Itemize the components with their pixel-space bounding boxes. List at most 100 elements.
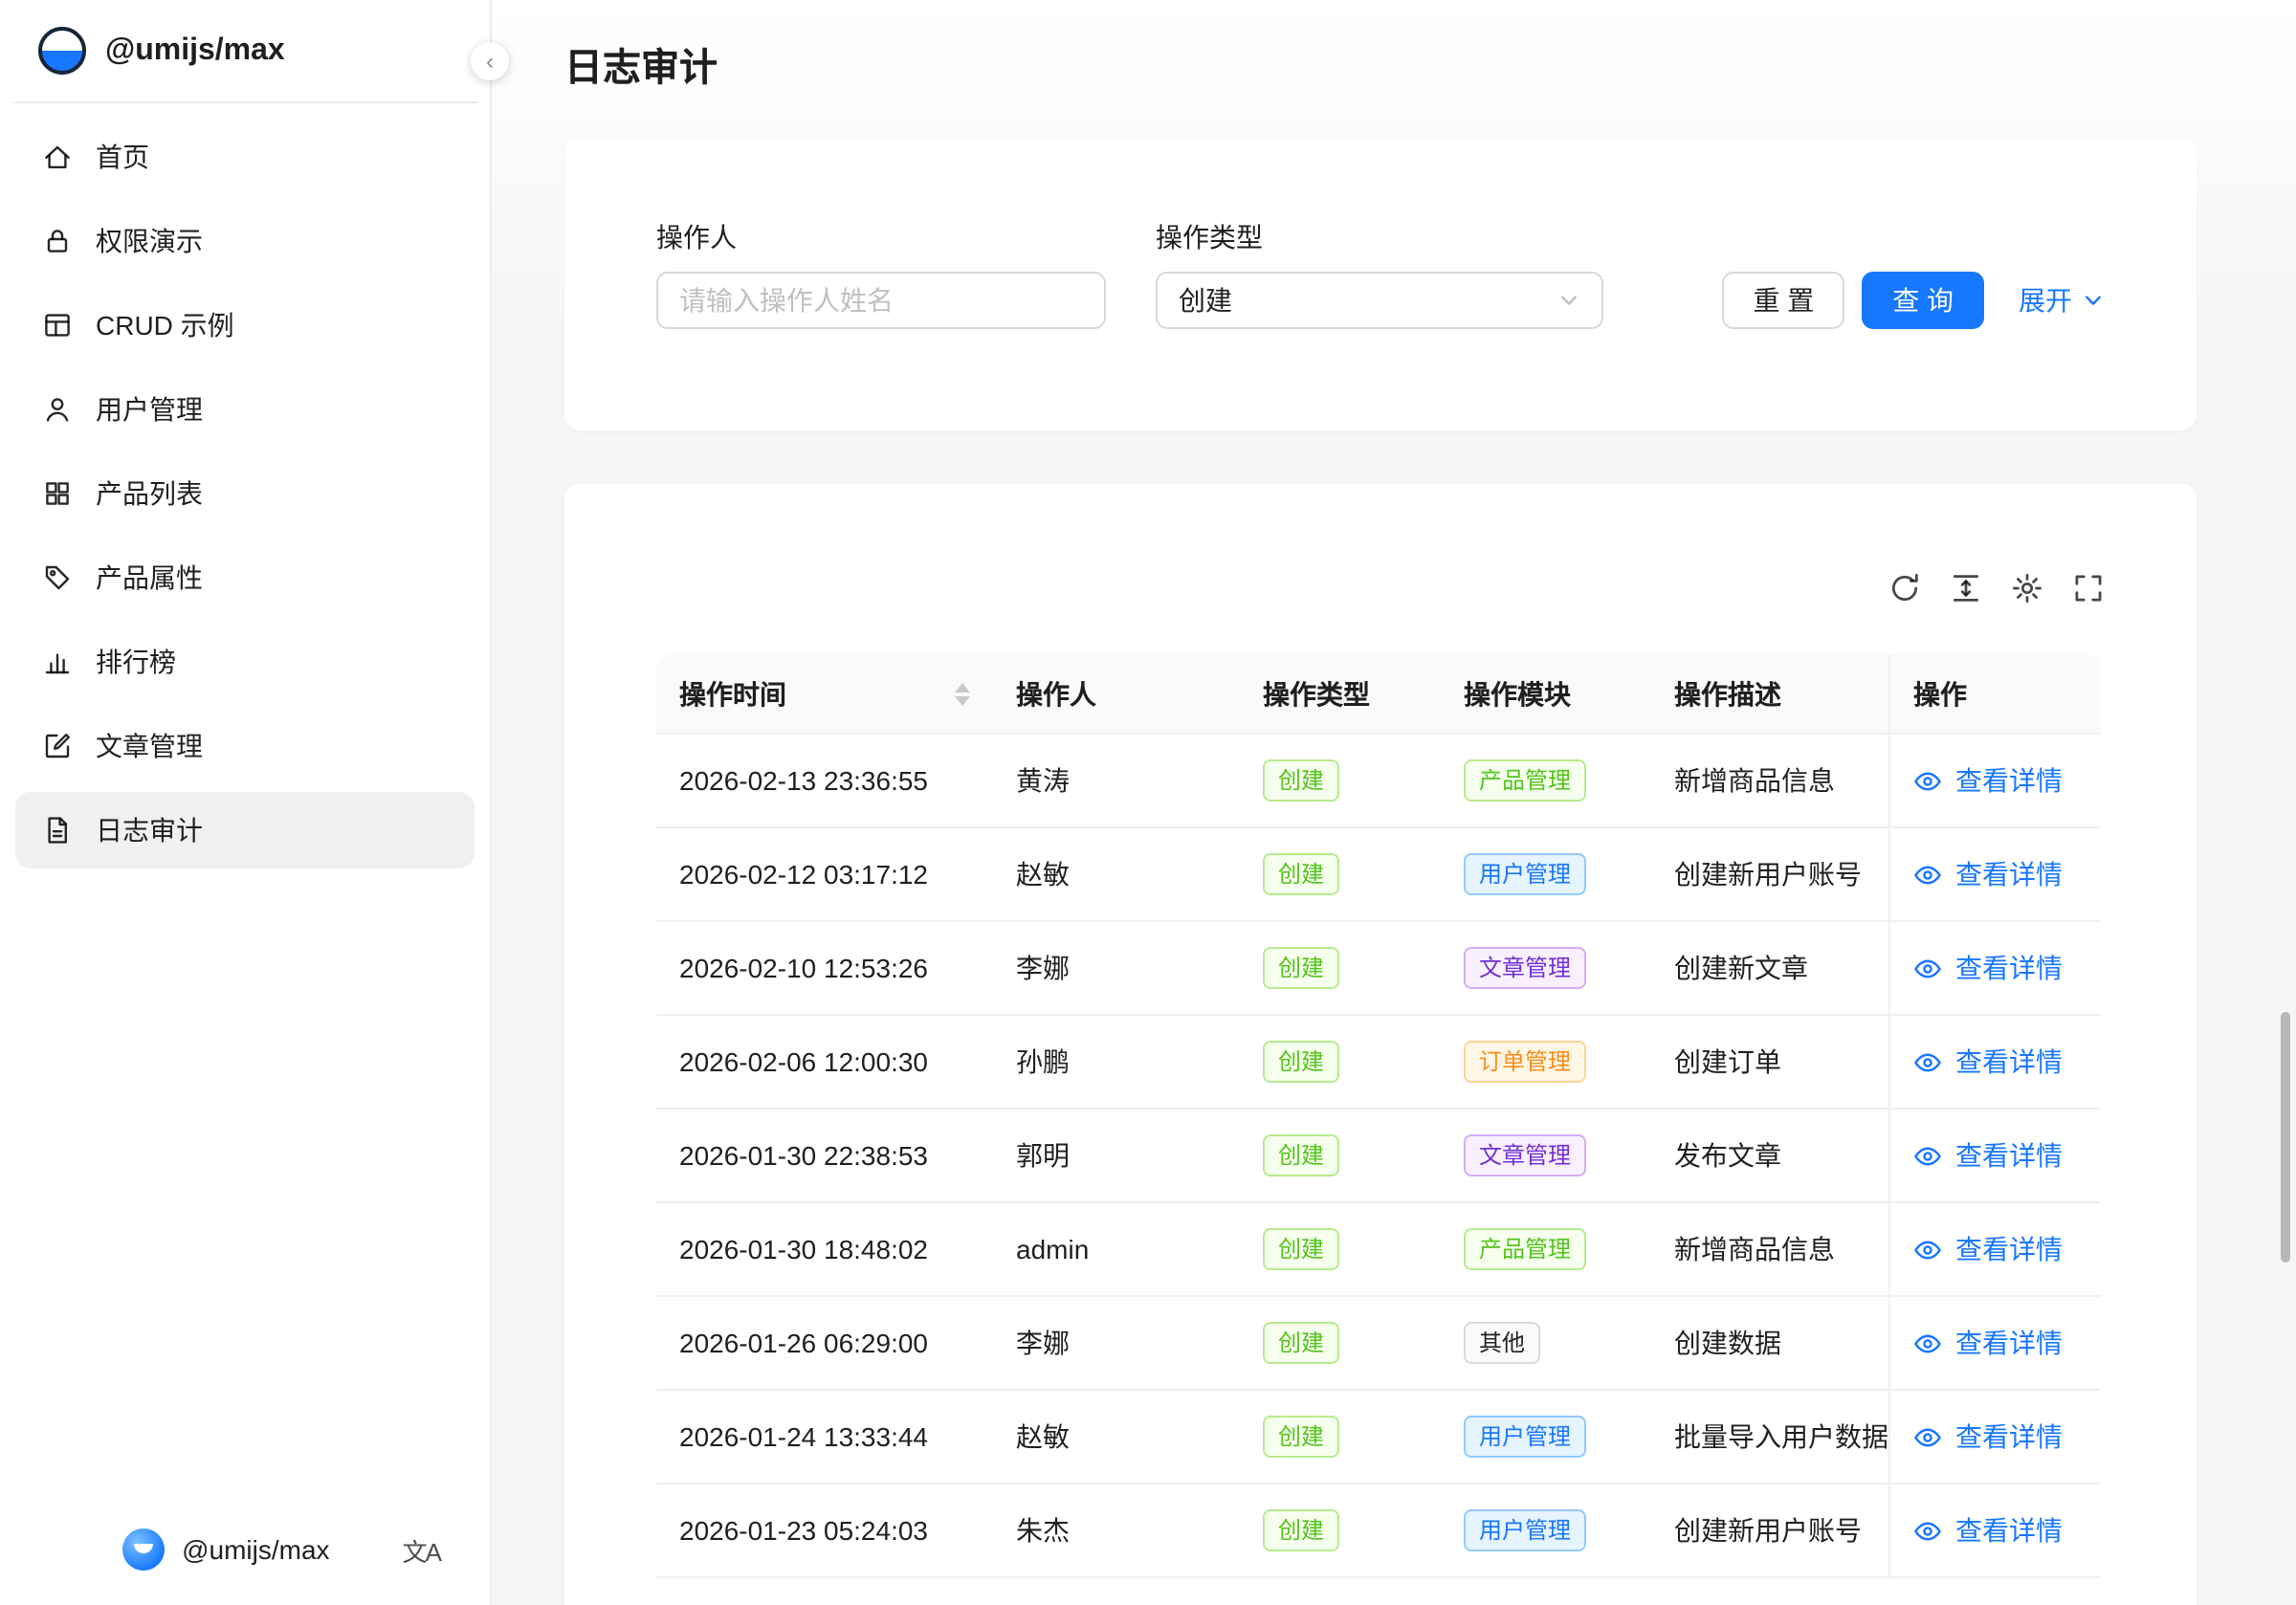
eye-icon[interactable]: [1913, 1329, 1942, 1357]
eye-icon[interactable]: [1913, 766, 1942, 795]
cell-module: 用户管理: [1441, 1484, 1651, 1576]
module-tag: 用户管理: [1464, 1509, 1586, 1551]
sidebar-collapse-button[interactable]: ‹: [471, 42, 509, 80]
cell-user: 黄涛: [993, 735, 1240, 826]
cell-module: 文章管理: [1441, 1110, 1651, 1201]
cell-desc: 新增商品信息: [1651, 735, 1888, 826]
table-row: 2026-01-26 06:29:00 李娜 创建 其他 创建数据 查看详情: [656, 1297, 2101, 1391]
expand-link[interactable]: 展开: [2019, 281, 2105, 319]
view-detail-link[interactable]: 查看详情: [1955, 1043, 2063, 1081]
cell-type: 创建: [1240, 1203, 1441, 1295]
search-button[interactable]: 查 询: [1862, 272, 1984, 329]
sidebar-item-crud-demo[interactable]: CRUD 示例: [15, 287, 475, 363]
eye-icon[interactable]: [1913, 1047, 1942, 1076]
module-tag: 文章管理: [1464, 1134, 1586, 1176]
fullscreen-icon[interactable]: [2072, 572, 2105, 605]
type-tag: 创建: [1263, 1416, 1339, 1458]
cell-type: 创建: [1240, 922, 1441, 1014]
sorter-icon[interactable]: [955, 682, 970, 705]
density-icon[interactable]: [1950, 572, 1982, 605]
cell-time: 2026-01-23 05:24:03: [656, 1484, 993, 1576]
cell-module: 产品管理: [1441, 1203, 1651, 1295]
cell-desc: 创建新文章: [1651, 922, 1888, 1014]
sidebar-item-product-attributes[interactable]: 产品属性: [15, 539, 475, 616]
chevron-down-icon: [2082, 289, 2105, 312]
view-detail-link[interactable]: 查看详情: [1955, 1324, 2063, 1362]
cell-user: admin: [993, 1203, 1240, 1295]
column-header-module: 操作模块: [1441, 654, 1651, 733]
view-detail-link[interactable]: 查看详情: [1955, 1511, 2063, 1550]
sidebar: @umijs/max 首页 权限演示 CRUD 示例 用户管理 产品列表 产品属…: [0, 0, 492, 1605]
sidebar-item-product-list[interactable]: 产品列表: [15, 455, 475, 532]
view-detail-link[interactable]: 查看详情: [1955, 1230, 2063, 1268]
eye-icon[interactable]: [1913, 1516, 1942, 1545]
expand-label: 展开: [2019, 281, 2072, 319]
type-tag: 创建: [1263, 1322, 1339, 1364]
cell-user: 朱杰: [993, 1484, 1240, 1576]
cell-action: 查看详情: [1888, 1110, 2101, 1201]
operator-input[interactable]: [656, 272, 1106, 329]
user-block[interactable]: @umijs/max: [122, 1528, 329, 1571]
table-row: 2026-02-10 12:53:26 李娜 创建 文章管理 创建新文章 查看详…: [656, 922, 2101, 1016]
view-detail-link[interactable]: 查看详情: [1955, 1136, 2063, 1175]
eye-icon[interactable]: [1913, 860, 1942, 889]
home-icon: [42, 142, 73, 172]
chevron-down-icon: [1557, 289, 1580, 312]
cell-desc: 发布文章: [1651, 1110, 1888, 1201]
menu-item-label: 产品属性: [96, 559, 203, 597]
menu-item-label: CRUD 示例: [96, 306, 234, 344]
cell-desc: 创建订单: [1651, 1016, 1888, 1108]
sidebar-item-user-management[interactable]: 用户管理: [15, 371, 475, 448]
vertical-scrollbar[interactable]: [2281, 1012, 2290, 1263]
sidebar-item-ranking[interactable]: 排行榜: [15, 624, 475, 700]
page-title: 日志审计: [564, 44, 2197, 96]
type-tag: 创建: [1263, 1228, 1339, 1270]
module-tag: 用户管理: [1464, 853, 1586, 895]
table-row: 2026-02-06 12:00:30 孙鹏 创建 订单管理 创建订单 查看详情: [656, 1016, 2101, 1110]
sidebar-item-access-demo[interactable]: 权限演示: [15, 203, 475, 279]
view-detail-link[interactable]: 查看详情: [1955, 1418, 2063, 1456]
view-detail-link[interactable]: 查看详情: [1955, 761, 2063, 800]
eye-icon[interactable]: [1913, 954, 1942, 982]
cell-action: 查看详情: [1888, 922, 2101, 1014]
column-header-time[interactable]: 操作时间: [656, 654, 993, 733]
table-row: 2026-01-24 13:33:44 赵敏 创建 用户管理 批量导入用户数据 …: [656, 1391, 2101, 1484]
sidebar-item-home[interactable]: 首页: [15, 119, 475, 195]
cell-type: 创建: [1240, 1110, 1441, 1201]
cell-desc: 批量导入用户数据: [1651, 1391, 1888, 1483]
appstore-icon: [42, 478, 73, 509]
cell-time: 2026-02-06 12:00:30: [656, 1016, 993, 1108]
table-header: 操作时间 操作人 操作类型 操作模块 操作描述 操作: [656, 654, 2101, 735]
filter-actions: 重 置 查 询 展开: [1722, 272, 2105, 329]
user-avatar: [122, 1528, 165, 1571]
type-select[interactable]: 创建: [1156, 272, 1603, 329]
translate-icon[interactable]: 文A: [403, 1531, 440, 1568]
menu-item-label: 产品列表: [96, 474, 203, 513]
lock-icon: [42, 226, 73, 256]
cell-user: 孙鹏: [993, 1016, 1240, 1108]
reload-icon[interactable]: [1888, 572, 1921, 605]
column-header-type: 操作类型: [1240, 654, 1441, 733]
settings-icon[interactable]: [2011, 572, 2043, 605]
column-header-user: 操作人: [993, 654, 1240, 733]
user-icon: [42, 394, 73, 425]
eye-icon[interactable]: [1913, 1235, 1942, 1264]
cell-action: 查看详情: [1888, 1484, 2101, 1576]
view-detail-link[interactable]: 查看详情: [1955, 855, 2063, 893]
eye-icon[interactable]: [1913, 1422, 1942, 1451]
reset-button[interactable]: 重 置: [1722, 272, 1844, 329]
cell-time: 2026-02-12 03:17:12: [656, 828, 993, 920]
cell-user: 郭明: [993, 1110, 1240, 1201]
type-tag: 创建: [1263, 853, 1339, 895]
table-icon: [42, 310, 73, 341]
sidebar-item-article-management[interactable]: 文章管理: [15, 708, 475, 784]
cell-type: 创建: [1240, 735, 1441, 826]
type-tag: 创建: [1263, 1509, 1339, 1551]
tag-icon: [42, 562, 73, 593]
sidebar-item-audit-log[interactable]: 日志审计: [15, 792, 475, 868]
sidebar-footer: @umijs/max 文A: [0, 1494, 490, 1605]
view-detail-link[interactable]: 查看详情: [1955, 949, 2063, 987]
table-row: 2026-02-13 23:36:55 黄涛 创建 产品管理 新增商品信息 查看…: [656, 735, 2101, 828]
eye-icon[interactable]: [1913, 1141, 1942, 1170]
column-header-desc: 操作描述: [1651, 654, 1888, 733]
